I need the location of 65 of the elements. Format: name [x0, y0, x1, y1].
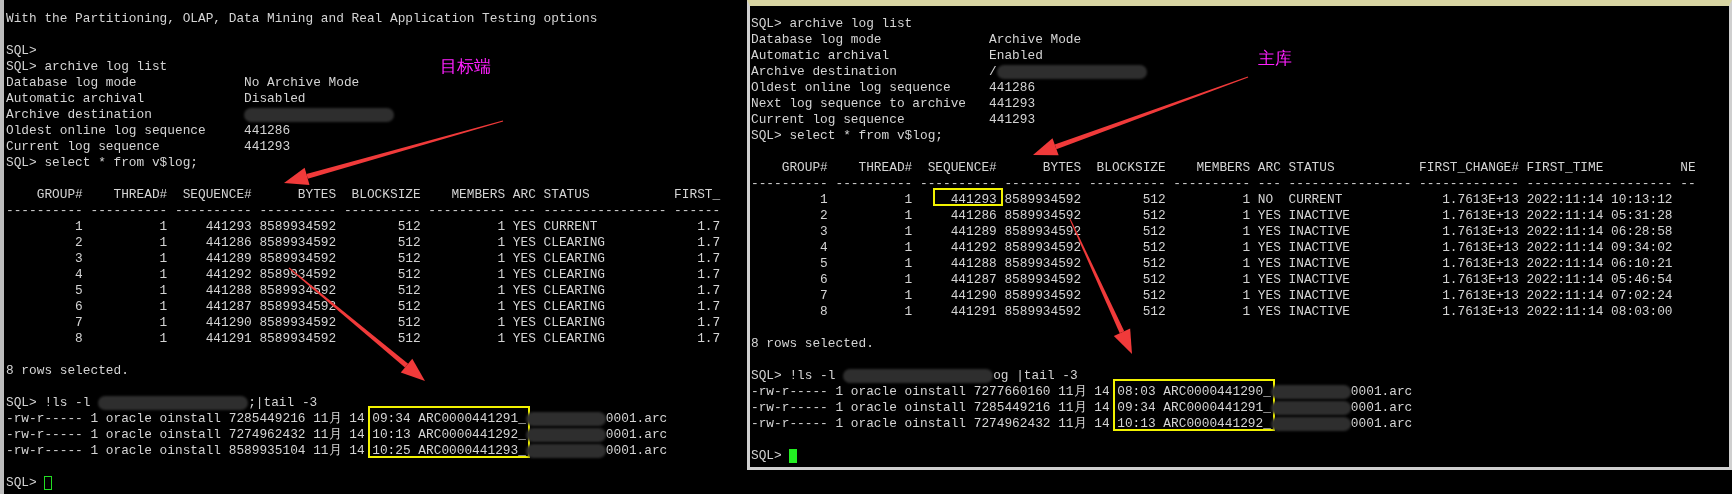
terminal-text: 441293	[950, 194, 997, 206]
terminal-text: Oldest online log sequence 441286	[6, 123, 291, 139]
terminal-text: 0001.arc	[605, 443, 668, 459]
terminal-text: SQL>	[6, 475, 38, 491]
terminal-text: 5 1 441288 8589934592 512 1 YES INACTIVE 1.7613E+13 2022:11:14 06:10:21	[819, 256, 1673, 272]
terminal-text: SQL>	[6, 43, 37, 59]
terminal-text: 08:03 ARC0000441290_	[1117, 386, 1271, 398]
terminal-text: Next log sequence to archive 441293	[751, 96, 1036, 112]
terminal-text: 3 1 441289 8589934592 512 1 YES CLEARING 1.7	[74, 251, 721, 267]
terminal-text: ---------- ---------- ---------- ---------- ---------- ---------- --- ---------------- ------------- ------------------- --	[751, 176, 1696, 192]
terminal-text: og |tail -3	[993, 368, 1078, 384]
terminal-text: 8589934592 512 1 NO CURRENT 1.7613E+13 2022:11:14 10:13:12	[1003, 192, 1673, 208]
terminal-text: With the Partitioning, OLAP, Data Mining and Real Application Testing options	[6, 11, 598, 27]
terminal-text: 4 1 441292 8589934592 512 1 YES INACTIVE 1.7613E+13 2022:11:14 09:34:02	[819, 240, 1673, 256]
terminal-text: ---------- ---------- ---------- ---------- ---------- ---------- --- ---------------- ------	[6, 203, 721, 219]
terminal-text: 8 rows selected.	[6, 363, 129, 379]
terminal-text: 8 rows selected.	[751, 336, 874, 352]
terminal-text: -rw-r----- 1 oracle oinstall 7274962432 11月 14	[751, 416, 1111, 432]
terminal-text: 7 1 441290 8589934592 512 1 YES INACTIVE 1.7613E+13 2022:11:14 07:02:24	[819, 288, 1673, 304]
terminal-text: 0001.arc	[605, 411, 668, 427]
terminal-text: 0001.arc	[1350, 384, 1413, 400]
terminal-text: 7 1 441290 8589934592 512 1 YES CLEARING 1.7	[74, 315, 721, 331]
annotation-label: 主库	[1258, 50, 1292, 67]
terminal-text: GROUP# THREAD# SEQUENCE# BYTES BLOCKSIZE MEMBERS ARC STATUS FIRST_CHANGE# FIRST_TIME NE	[780, 160, 1696, 176]
terminal-text: -rw-r----- 1 oracle oinstall 7274962432 11月 14	[6, 427, 366, 443]
terminal-text: SQL> select * from v$log;	[751, 128, 943, 144]
highlight-box	[932, 188, 1003, 206]
terminal-text: Database log mode No Archive Mode	[6, 75, 360, 91]
terminal-text: 0001.arc	[605, 427, 668, 443]
terminal-text: Archive destination	[6, 107, 153, 123]
terminal-text: Oldest online log sequence 441286	[751, 80, 1036, 96]
terminal-text: Current log sequence 441293	[751, 112, 1036, 128]
terminal-text: 10:13 ARC0000441292_	[1117, 418, 1271, 430]
terminal-text: 10:25 ARC0000441293_	[372, 445, 526, 457]
terminal-text: 09:34 ARC0000441291_	[372, 413, 526, 425]
terminal-text: 8 1 441291 8589934592 512 1 YES CLEARING 1.7	[74, 331, 721, 347]
terminal-text: 2 1 441286 8589934592 512 1 YES CLEARING 1.7	[74, 235, 721, 251]
terminal-text: 0001.arc	[1350, 400, 1413, 416]
terminal-text: 6 1 441287 8589934592 512 1 YES INACTIVE 1.7613E+13 2022:11:14 05:46:54	[819, 272, 1673, 288]
terminal-text: SQL> archive log list	[751, 16, 913, 32]
terminal-text: 10:13 ARC0000441292_	[372, 429, 526, 441]
terminal-text: -rw-r----- 1 oracle oinstall 7285449216 11月 14	[751, 400, 1111, 416]
terminal-text: ;|tail -3	[248, 395, 318, 411]
annotation-label: 目标端	[440, 58, 491, 75]
terminal-text: Automatic archival Enabled	[751, 48, 1043, 64]
terminal-text: 8 1 441291 8589934592 512 1 YES INACTIVE 1.7613E+13 2022:11:14 08:03:00	[819, 304, 1673, 320]
terminal-text: 09:34 ARC0000441291_	[1117, 402, 1271, 414]
terminal-text: Current log sequence 441293	[6, 139, 291, 155]
terminal-text: 0001.arc	[1350, 416, 1413, 432]
terminal-text: 1 1 441293 8589934592 512 1 YES CURRENT 1.7	[74, 219, 721, 235]
terminal-text: -rw-r----- 1 oracle oinstall 7285449216 11月 14	[6, 411, 366, 427]
terminal-text: 2 1 441286 8589934592 512 1 YES INACTIVE 1.7613E+13 2022:11:14 05:31:28	[819, 208, 1673, 224]
terminal-text: 6 1 441287 8589934592 512 1 YES CLEARING 1.7	[74, 299, 721, 315]
terminal-text: SQL> !ls -l	[751, 368, 837, 384]
terminal-text: SQL>	[751, 448, 783, 464]
terminal-text: Automatic archival Disabled	[6, 91, 306, 107]
terminal-text: SQL> !ls -l	[6, 395, 92, 411]
terminal-text: SQL> select * from v$log;	[6, 155, 198, 171]
terminal-text: Archive destination /	[751, 64, 997, 80]
terminal-text: SQL> archive log list	[6, 59, 168, 75]
terminal-text: -rw-r----- 1 oracle oinstall 8589935104 11月 14	[6, 443, 366, 459]
terminal-text: -rw-r----- 1 oracle oinstall 7277660160 11月 14	[751, 384, 1111, 400]
terminal-text: 1 1	[819, 192, 914, 208]
terminal-text: GROUP# THREAD# SEQUENCE# BYTES BLOCKSIZE MEMBERS ARC STATUS FIRST_	[35, 187, 721, 203]
terminal-text: Database log mode Archive Mode	[751, 32, 1082, 48]
